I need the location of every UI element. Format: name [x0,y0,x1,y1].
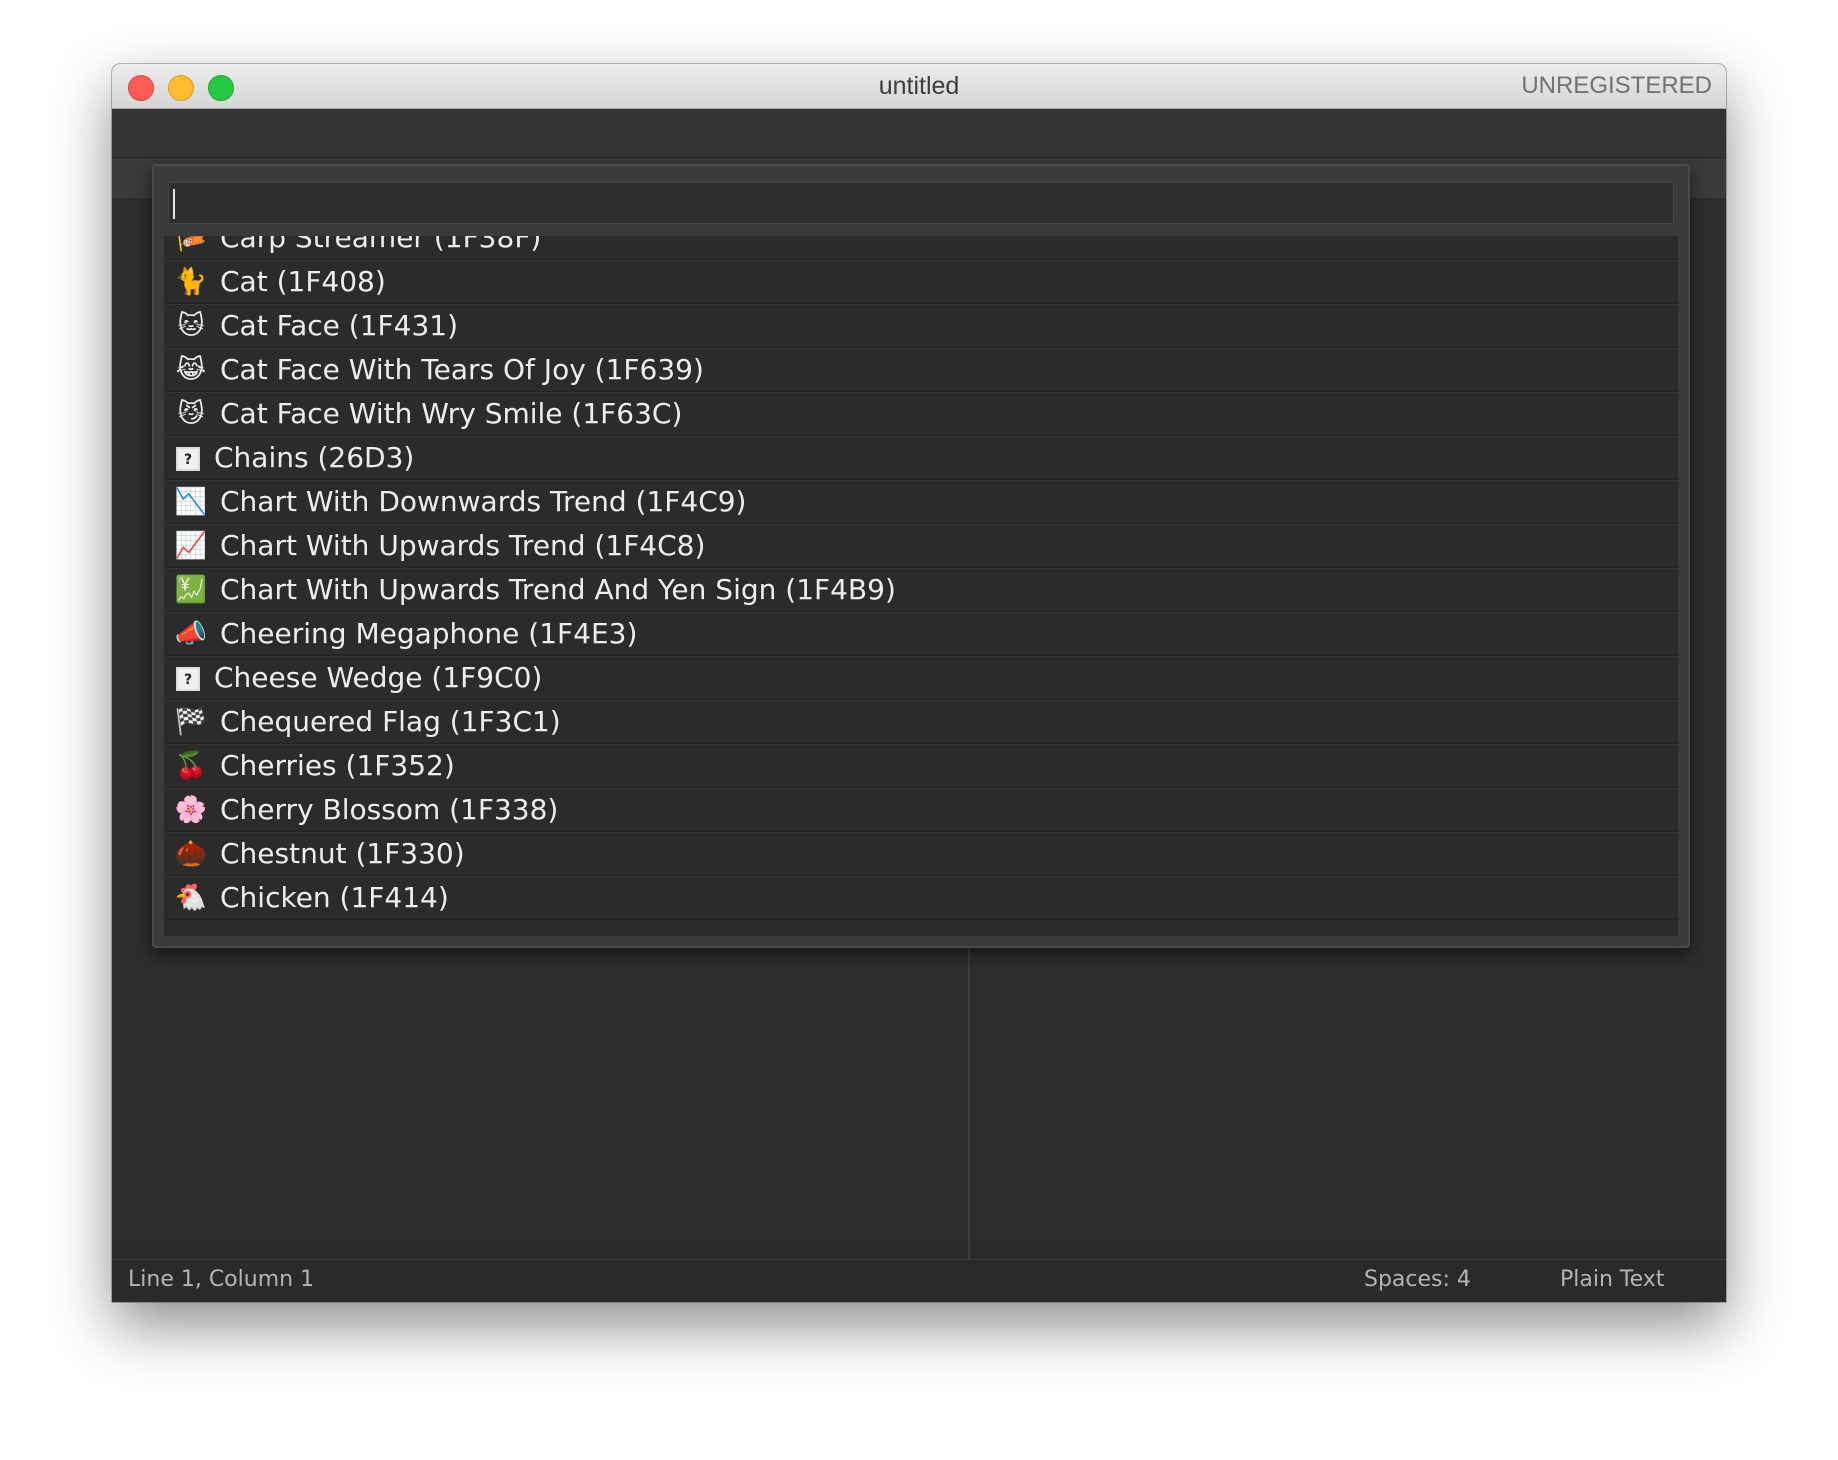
palette-result-item[interactable]: ? Cheese Wedge (1F9C0) [164,656,1678,700]
palette-result-item[interactable]: 📉 Chart With Downwards Trend (1F4C9) [164,480,1678,524]
palette-result-label: Cheering Megaphone (1F4E3) [220,617,638,650]
palette-result-label: Carp Streamer (1F38F) [220,236,542,254]
palette-result-label: Cherries (1F352) [220,749,455,782]
title-bar[interactable]: untitled UNREGISTERED [112,64,1726,109]
registration-status: UNREGISTERED [1521,72,1712,99]
chicken-icon: 🐔 [174,883,208,913]
chequered-flag-icon: 🏁 [174,707,208,737]
palette-result-item[interactable]: 🌸 Cherry Blossom (1F338) [164,788,1678,832]
palette-result-label: Chains (26D3) [214,441,415,474]
palette-result-item[interactable]: 😹 Cat Face With Tears Of Joy (1F639) [164,348,1678,392]
ruler-line [968,944,970,1302]
cheese-missing-glyph-icon: ? [176,667,200,691]
cursor-position: Line 1, Column 1 [128,1267,315,1292]
syntax-selector[interactable]: Plain Text [1560,1267,1664,1292]
palette-result-item[interactable]: 💹 Chart With Upwards Trend And Yen Sign (… [164,568,1678,612]
chart-downwards-icon: 📉 [174,487,208,517]
palette-result-item[interactable]: 🏁 Chequered Flag (1F3C1) [164,700,1678,744]
window-title: untitled [878,72,960,100]
palette-result-label: Cat Face (1F431) [220,309,459,342]
palette-result-item[interactable]: 📣 Cheering Megaphone (1F4E3) [164,612,1678,656]
palette-result-label: Chart With Upwards Trend And Yen Sign (1… [220,573,896,606]
command-palette: 🎏 Carp Streamer (1F38F) 🐈 Cat (1F408) 🐱 Cat F… [152,164,1690,948]
palette-search-input[interactable] [168,182,1674,224]
palette-result-item[interactable]: 📈 Chart With Upwards Trend (1F4C8) [164,524,1678,568]
megaphone-icon: 📣 [174,619,208,649]
palette-result-item[interactable]: 🐔 Chicken (1F414) [164,876,1678,920]
carp-streamer-icon: 🎏 [174,236,208,253]
palette-result-label: Cat Face With Wry Smile (1F63C) [220,397,683,430]
palette-result-label: Cherry Blossom (1F338) [220,793,559,826]
palette-result-item[interactable]: ? Chains (26D3) [164,436,1678,480]
palette-result-item[interactable]: 🌰 Chestnut (1F330) [164,832,1678,876]
palette-result-item[interactable]: 🍒 Cherries (1F352) [164,744,1678,788]
palette-result-label: Cheese Wedge (1F9C0) [214,661,543,694]
chains-missing-glyph-icon: ? [176,447,200,471]
cat-wry-smile-icon: 😼 [177,399,205,429]
indentation-setting[interactable]: Spaces: 4 [1364,1267,1471,1292]
chestnut-icon: 🌰 [174,839,208,869]
palette-result-label: Chicken (1F414) [220,881,449,914]
cat-icon: 🐈 [174,267,208,297]
palette-result-label: Cat Face With Tears Of Joy (1F639) [220,353,704,386]
palette-result-label: Chart With Upwards Trend (1F4C8) [220,529,706,562]
palette-results-list: 🎏 Carp Streamer (1F38F) 🐈 Cat (1F408) 🐱 Cat F… [164,236,1678,936]
palette-result-item[interactable]: 🐱 Cat Face (1F431) [164,304,1678,348]
palette-result-item[interactable]: 🎏 Carp Streamer (1F38F) [164,236,1678,260]
palette-result-label: Chestnut (1F330) [220,837,465,870]
palette-result-item[interactable]: 😼 Cat Face With Wry Smile (1F63C) [164,392,1678,436]
chart-yen-icon: 💹 [174,575,208,605]
cherries-icon: 🍒 [174,751,208,781]
palette-result-label: Cat (1F408) [220,265,386,298]
chart-upwards-icon: 📈 [174,531,208,561]
cherry-blossom-icon: 🌸 [174,795,208,825]
tab-bar [112,109,1726,158]
cat-face-icon: 🐱 [177,311,205,341]
palette-result-item[interactable]: 🐈 Cat (1F408) [164,260,1678,304]
text-caret [173,189,175,219]
palette-result-label: Chequered Flag (1F3C1) [220,705,561,738]
status-bar: Line 1, Column 1 Spaces: 4 Plain Text [112,1259,1726,1302]
palette-result-label: Chart With Downwards Trend (1F4C9) [220,485,747,518]
cat-tears-of-joy-icon: 😹 [175,355,207,385]
